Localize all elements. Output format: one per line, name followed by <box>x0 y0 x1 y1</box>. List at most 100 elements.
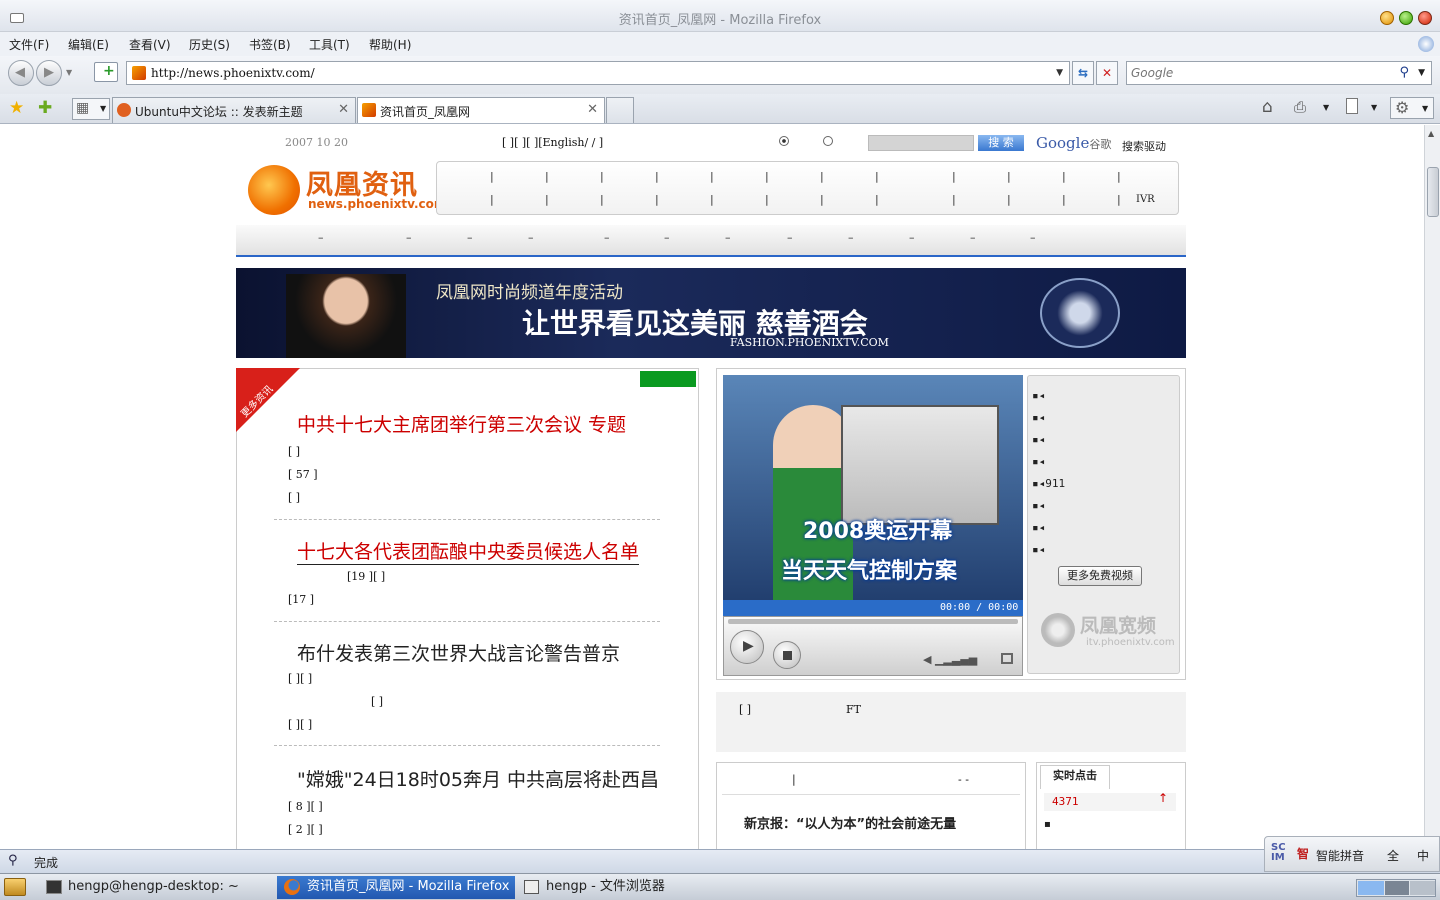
bookmark-star-icon[interactable]: ★ <box>9 98 24 118</box>
headline-4[interactable]: "嫦娥"24日18时05奔月 中共高层将赴西昌 <box>297 765 659 792</box>
workspace-switcher[interactable] <box>1356 879 1436 897</box>
menu-file[interactable]: 文件(F) <box>9 36 49 53</box>
add-bookmark-icon[interactable]: ✚ <box>38 98 52 118</box>
new-tab-icon[interactable]: + <box>94 62 118 82</box>
play-button[interactable]: ▶ <box>730 630 764 664</box>
top-links[interactable]: [ ][ ][ ][English/ / ] <box>502 136 603 149</box>
secondary-nav-item[interactable]: – <box>970 231 976 244</box>
secondary-nav-item[interactable]: – <box>909 231 915 244</box>
show-desktop-icon[interactable] <box>4 878 26 896</box>
new-tab-button[interactable] <box>606 97 634 123</box>
secondary-nav-item[interactable]: – <box>467 231 473 244</box>
ime-panel[interactable]: SC IM 智 智能拼音 全 中 <box>1264 836 1440 872</box>
realtime-count[interactable]: 4371 <box>1052 795 1079 808</box>
menu-help[interactable]: 帮助(H) <box>369 36 411 53</box>
video-list-item[interactable]: ▪◂ <box>1032 521 1045 534</box>
site-search-input[interactable] <box>868 135 974 151</box>
ft-link[interactable]: FT <box>846 703 861 716</box>
menu-tools[interactable]: 工具(T) <box>309 36 350 53</box>
taskbar-terminal[interactable]: hengp@hengp-desktop: ~ <box>38 876 276 899</box>
menu-view[interactable]: 查看(V) <box>129 36 171 53</box>
tab-close-icon[interactable]: ✕ <box>338 102 349 117</box>
tools-gear-button[interactable]: ⚙ ▼ <box>1390 97 1434 119</box>
radio-news-icon[interactable] <box>779 136 789 146</box>
ft-bracket[interactable]: [ ] <box>739 703 751 716</box>
news-box-headline[interactable]: 新京报：“以人为本”的社会前途无量 <box>744 813 956 832</box>
web-search-box[interactable]: ⚲ ▼ <box>1126 61 1432 85</box>
tab-list-button[interactable]: ▦ ▼ <box>72 98 110 120</box>
video-progress-track[interactable] <box>728 619 1018 624</box>
menu-history[interactable]: 历史(S) <box>189 36 230 53</box>
headline-3[interactable]: 布什发表第三次世界大战言论警告普京 <box>297 639 620 666</box>
workspace-2[interactable] <box>1385 881 1409 895</box>
tab-ubuntu-forum[interactable]: Ubuntu中文论坛 :: 发表新主题 ✕ <box>112 97 356 123</box>
ivr-link[interactable]: IVR <box>1136 194 1155 205</box>
page-dropdown-icon[interactable]: ▼ <box>1371 103 1377 112</box>
realtime-tab[interactable]: 实时点击 <box>1040 765 1110 789</box>
headline-2-line-2[interactable]: [17 ] <box>288 593 314 606</box>
forward-button[interactable]: ▶ <box>36 60 62 86</box>
close-window-button[interactable] <box>1418 11 1432 25</box>
phoenix-logo-icon[interactable] <box>248 165 300 215</box>
secondary-nav-item[interactable]: – <box>406 231 412 244</box>
history-dropdown-icon[interactable]: ▼ <box>66 68 72 77</box>
site-search-button[interactable]: 搜 索 <box>978 135 1024 151</box>
headline-4-line-1[interactable]: [ 8 ][ ] <box>288 800 323 813</box>
video-list-item[interactable]: ▪◂ <box>1032 455 1045 468</box>
maximize-button[interactable] <box>1399 11 1413 25</box>
headline-1[interactable]: 中共十七大主席团举行第三次会议 专题 <box>297 410 626 437</box>
video-list-item[interactable]: ▪◂ <box>1032 411 1045 424</box>
headline-3-line-3[interactable]: [ ][ ] <box>288 718 312 731</box>
stop-button[interactable]: ✕ <box>1096 61 1118 85</box>
video-list-item[interactable]: ▪◂ <box>1032 543 1045 556</box>
scroll-thumb[interactable] <box>1427 167 1439 217</box>
search-icon[interactable]: ⚲ <box>1399 65 1409 80</box>
secondary-nav-item[interactable]: – <box>725 231 731 244</box>
scim-icon[interactable]: SC IM <box>1271 843 1286 863</box>
fashion-banner[interactable]: 凤凰网时尚频道年度活动 让世界看见这美丽 慈善酒会 FASHION.PHOENI… <box>236 268 1186 358</box>
url-dropdown-icon[interactable]: ▼ <box>1056 68 1063 78</box>
vertical-scrollbar[interactable]: ▲ <box>1424 125 1440 849</box>
fullscreen-icon[interactable] <box>1001 653 1013 664</box>
back-button[interactable]: ◀ <box>8 60 34 86</box>
taskbar-firefox[interactable]: 资讯首页_凤凰网 - Mozilla Firefox <box>277 876 515 899</box>
secondary-nav-item[interactable]: – <box>528 231 534 244</box>
video-list-item[interactable]: ▪◂ <box>1032 499 1045 512</box>
print-icon[interactable]: ⎙ <box>1294 98 1306 116</box>
headline-1-line-3[interactable]: [ ] <box>288 491 300 504</box>
headline-1-line-2[interactable]: [ 57 ] <box>288 468 318 481</box>
headline-3-line-1[interactable]: [ ][ ] <box>288 672 312 685</box>
search-dropdown-icon[interactable]: ▼ <box>1418 68 1425 78</box>
volume-icon[interactable]: ◀ ▁▂▃▄▅ <box>923 653 977 666</box>
video-list-item[interactable]: ▪◂ <box>1032 433 1045 446</box>
scroll-up-icon[interactable]: ▲ <box>1428 129 1434 138</box>
stop-video-button[interactable] <box>773 641 801 669</box>
secondary-nav-item[interactable]: – <box>848 231 854 244</box>
ime-name[interactable]: 智能拼音 <box>1316 847 1364 864</box>
headline-1-line-1[interactable]: [ ] <box>288 445 300 458</box>
print-dropdown-icon[interactable]: ▼ <box>1323 103 1329 112</box>
video-player[interactable]: 2008奥运开幕 当天天气控制方案 <box>723 375 1023 615</box>
menu-edit[interactable]: 编辑(E) <box>68 36 109 53</box>
headline-4-line-2[interactable]: [ 2 ][ ] <box>288 823 323 836</box>
web-search-input[interactable] <box>1131 64 1391 82</box>
secondary-nav-item[interactable]: – <box>604 231 610 244</box>
headline-2-line-1[interactable]: [19 ][ ] <box>347 570 385 583</box>
reload-button[interactable]: ⇆ <box>1072 61 1094 85</box>
home-icon[interactable]: ⌂ <box>1262 97 1273 117</box>
logo-en[interactable]: news.phoenixtv.com <box>308 197 446 211</box>
video-list-item[interactable]: ▪◂ <box>1032 389 1045 402</box>
headline-3-line-2[interactable]: [ ] <box>371 695 383 708</box>
taskbar-file-browser[interactable]: hengp - 文件浏览器 <box>516 876 754 899</box>
video-list-item[interactable]: ▪◂911 <box>1032 477 1065 490</box>
tab-phoenix-news[interactable]: 资讯首页_凤凰网 ✕ <box>357 97 605 123</box>
green-tab[interactable] <box>640 371 696 387</box>
secondary-nav-item[interactable]: – <box>1030 231 1036 244</box>
more-free-video-button[interactable]: 更多免费视频 <box>1058 566 1142 586</box>
workspace-1[interactable] <box>1358 881 1384 895</box>
ime-full-width[interactable]: 全 <box>1387 847 1399 864</box>
minimize-button[interactable] <box>1380 11 1394 25</box>
ime-language[interactable]: 中 <box>1417 847 1429 864</box>
radio-web-icon[interactable] <box>823 136 833 146</box>
workspace-3[interactable] <box>1410 881 1435 895</box>
